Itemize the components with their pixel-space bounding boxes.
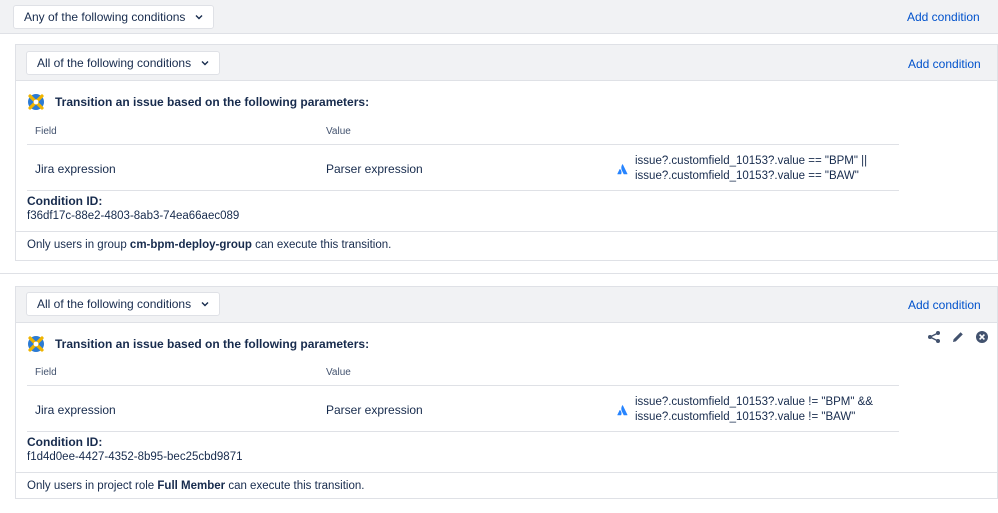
footer-text: can execute this transition.	[225, 480, 365, 492]
footer-text: Only users in project role	[27, 480, 158, 492]
group-2-footer-divider	[16, 472, 997, 473]
group-1-operator-select[interactable]: All of the following conditions	[26, 51, 221, 75]
expression-line: issue?.customfield_10153?.value == "BPM"…	[635, 155, 868, 167]
share-icon[interactable]	[927, 330, 941, 344]
outer-operator-select[interactable]: Any of the following conditions	[13, 5, 215, 29]
outer-add-condition-link[interactable]: Add condition	[907, 10, 980, 24]
group-1-footer: Only users in group cm-bpm-deploy-group …	[27, 239, 391, 251]
atlassian-icon	[617, 405, 628, 416]
delete-icon[interactable]	[975, 330, 989, 344]
table-1-type: Parser expression	[326, 162, 423, 176]
chevron-down-icon	[195, 15, 203, 20]
atlassian-icon	[617, 164, 628, 175]
expression-line: issue?.customfield_10153?.value != "BAW"	[635, 411, 856, 423]
chevron-down-icon	[201, 302, 209, 307]
table-2-header-value: Value	[326, 367, 351, 378]
table-2-header-divider	[27, 385, 899, 386]
jmwe-condition-icon	[28, 94, 44, 110]
condition-2-header: Transition an issue based on the followi…	[27, 335, 369, 353]
group-2-operator-select[interactable]: All of the following conditions	[26, 292, 221, 316]
table-2-expression: issue?.customfield_10153?.value != "BPM"…	[635, 395, 873, 425]
jmwe-condition-icon	[28, 336, 44, 352]
condition-1-id-label: Condition ID:	[27, 194, 103, 208]
table-2-row-divider	[27, 431, 899, 432]
chevron-down-icon	[201, 61, 209, 66]
conditions-root: Any of the following conditions Add cond…	[0, 0, 998, 513]
group-1-footer-divider	[16, 231, 997, 232]
condition-1-title: Transition an issue based on the followi…	[55, 95, 370, 109]
condition-2-title: Transition an issue based on the followi…	[55, 337, 370, 351]
table-2-field: Jira expression	[35, 403, 116, 417]
footer-text: Only users in group	[27, 239, 130, 251]
outer-operator-label: Any of the following conditions	[24, 10, 186, 24]
condition-2-id-value: f1d4d0ee-4427-4352-8b95-bec25cbd9871	[27, 451, 243, 463]
table-2-header-field: Field	[35, 367, 57, 378]
table-2-type: Parser expression	[326, 403, 423, 417]
table-1-expression: issue?.customfield_10153?.value == "BPM"…	[635, 154, 867, 184]
edit-pencil-icon[interactable]	[951, 330, 965, 344]
table-1-header-value: Value	[326, 126, 351, 137]
table-1-field: Jira expression	[35, 162, 116, 176]
expression-line: issue?.customfield_10153?.value != "BPM"…	[635, 396, 873, 408]
group-1-add-condition-link[interactable]: Add condition	[908, 57, 981, 71]
table-1-header-field: Field	[35, 126, 57, 137]
footer-group-name: cm-bpm-deploy-group	[129, 239, 252, 251]
group-separator	[0, 273, 998, 274]
table-1-header-divider	[27, 144, 899, 145]
footer-text: can execute this transition.	[251, 239, 392, 251]
footer-role-name: Full Member	[157, 480, 226, 492]
condition-2-id-label: Condition ID:	[27, 435, 103, 449]
group-2-operator-label: All of the following conditions	[37, 297, 192, 311]
group-2-add-condition-link[interactable]: Add condition	[908, 298, 981, 312]
condition-1-header: Transition an issue based on the followi…	[27, 93, 369, 111]
group-2-footer: Only users in project role Full Member c…	[27, 480, 364, 492]
condition-group-1: All of the following conditions Add cond…	[15, 44, 998, 261]
table-1-row-divider	[27, 190, 899, 191]
group-1-operator-label: All of the following conditions	[37, 56, 192, 70]
expression-line: issue?.customfield_10153?.value == "BAW"	[635, 170, 859, 182]
condition-1-id-value: f36df17c-88e2-4803-8ab3-74ea66aec089	[27, 210, 240, 222]
condition-group-2: All of the following conditions Add cond…	[15, 286, 998, 499]
